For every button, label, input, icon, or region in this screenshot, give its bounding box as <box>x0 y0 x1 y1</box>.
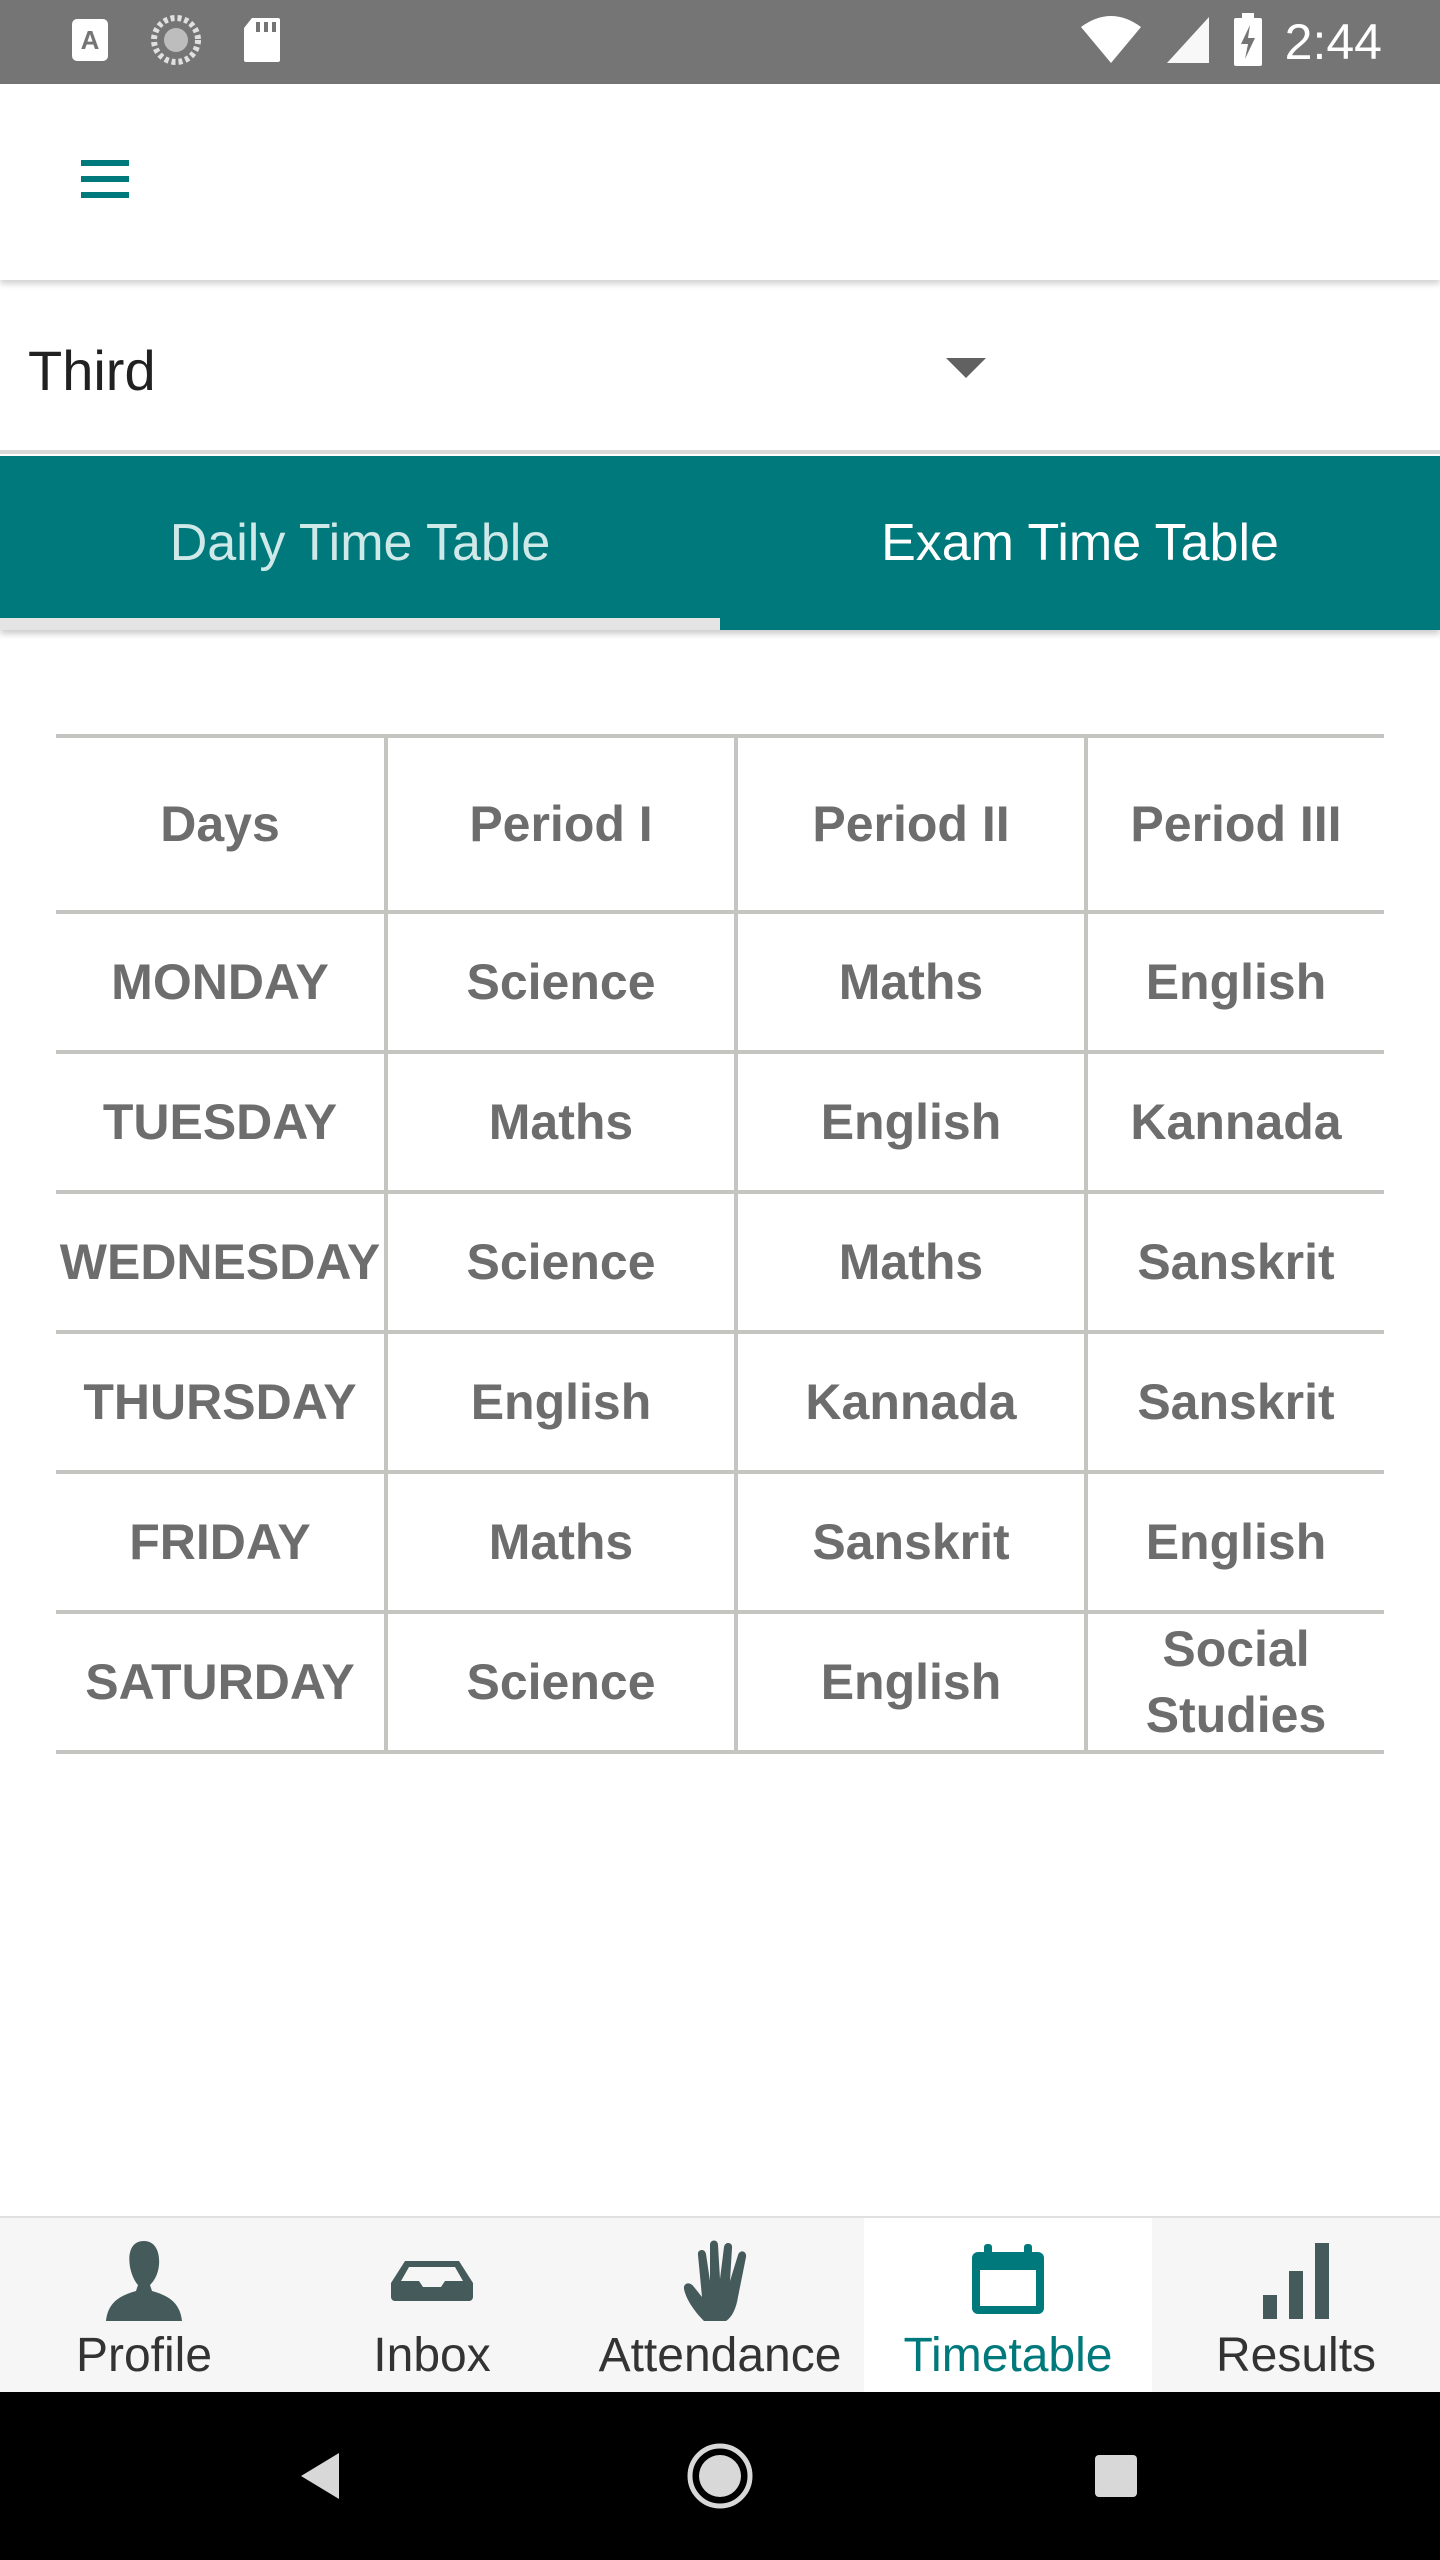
clock: 2:44 <box>1284 14 1382 70</box>
home-icon <box>687 2443 753 2509</box>
header-period-2: Period II <box>734 734 1088 914</box>
tab-daily-time-table[interactable]: Daily Time Table <box>0 456 720 630</box>
nav-attendance[interactable]: Attendance <box>576 2218 864 2394</box>
period-cell: Sanskrit <box>1084 1190 1384 1334</box>
period-cell: English <box>734 1610 1088 1754</box>
table-row: SATURDAY Science English Social Studies <box>56 1610 1384 1754</box>
table-header-row: Days Period I Period II Period III <box>56 734 1384 914</box>
period-cell: Maths <box>734 910 1088 1054</box>
table-row: TUESDAY Maths English Kannada <box>56 1050 1384 1194</box>
nav-profile[interactable]: Profile <box>0 2218 288 2394</box>
hand-icon <box>683 2240 747 2321</box>
class-dropdown-value: Third <box>28 339 156 402</box>
nav-timetable[interactable]: Timetable <box>864 2218 1152 2394</box>
tab-exam-time-table[interactable]: Exam Time Table <box>720 456 1440 630</box>
wifi-icon <box>1079 15 1143 70</box>
signal-icon <box>1165 15 1211 70</box>
tab-bar: Daily Time Table Exam Time Table <box>0 456 1440 630</box>
nav-results-label: Results <box>1215 2329 1377 2382</box>
day-cell: MONDAY <box>56 910 388 1054</box>
chevron-down-icon <box>946 358 986 378</box>
nav-timetable-label: Timetable <box>903 2329 1113 2382</box>
nav-inbox[interactable]: Inbox <box>288 2218 576 2394</box>
period-cell: Maths <box>384 1470 738 1614</box>
tab-indicator <box>0 618 720 630</box>
header-period-1: Period I <box>384 734 738 914</box>
calendar-icon <box>972 2244 1044 2314</box>
nav-inbox-label: Inbox <box>373 2329 491 2382</box>
period-cell: Maths <box>734 1190 1088 1334</box>
period-cell: Maths <box>384 1050 738 1194</box>
nav-profile-label: Profile <box>75 2329 213 2382</box>
timetable-grid: Days Period I Period II Period III MONDA… <box>56 734 1384 1754</box>
svg-text:A: A <box>81 25 100 55</box>
back-icon <box>301 2453 339 2499</box>
home-button[interactable] <box>670 2426 770 2526</box>
recents-icon <box>1095 2455 1137 2497</box>
nav-attendance-label: Attendance <box>598 2329 842 2382</box>
day-cell: FRIDAY <box>56 1470 388 1614</box>
day-cell: SATURDAY <box>56 1610 388 1754</box>
day-cell: WEDNESDAY <box>56 1190 388 1334</box>
period-cell: Science <box>384 1190 738 1334</box>
nav-results[interactable]: Results <box>1152 2218 1440 2394</box>
header-days: Days <box>56 734 388 914</box>
period-cell: Kannada <box>734 1330 1088 1474</box>
period-cell: English <box>734 1050 1088 1194</box>
app-bar <box>0 84 1440 280</box>
period-cell: Science <box>384 910 738 1054</box>
class-dropdown[interactable]: Third <box>0 280 1440 454</box>
period-cell: English <box>1084 910 1384 1054</box>
bottom-navigation: Profile Inbox Attendance Timetable Resul… <box>0 2216 1440 2394</box>
back-button[interactable] <box>270 2426 370 2526</box>
menu-icon <box>81 160 129 198</box>
bar-chart-icon <box>1263 2243 1329 2319</box>
sd-card-icon <box>242 16 282 69</box>
period-cell: Sanskrit <box>734 1470 1088 1614</box>
profile-icon <box>106 2241 182 2321</box>
sync-icon <box>150 14 202 71</box>
day-cell: THURSDAY <box>56 1330 388 1474</box>
period-cell: Sanskrit <box>1084 1330 1384 1474</box>
status-bar: A 2:44 <box>0 0 1440 84</box>
table-row: FRIDAY Maths Sanskrit English <box>56 1470 1384 1614</box>
period-cell: English <box>1084 1470 1384 1614</box>
period-cell: Kannada <box>1084 1050 1384 1194</box>
menu-button[interactable] <box>70 144 140 214</box>
header-period-3: Period III <box>1084 734 1384 914</box>
inbox-icon <box>391 2261 473 2301</box>
table-row: THURSDAY English Kannada Sanskrit <box>56 1330 1384 1474</box>
recents-button[interactable] <box>1066 2426 1166 2526</box>
table-row: MONDAY Science Maths English <box>56 910 1384 1054</box>
system-navigation-bar <box>0 2392 1440 2560</box>
timetable-screen: A 2:44 Third Daily Time Table Exam Time … <box>0 0 1440 2560</box>
period-cell: English <box>384 1330 738 1474</box>
table-row: WEDNESDAY Science Maths Sanskrit <box>56 1190 1384 1334</box>
day-cell: TUESDAY <box>56 1050 388 1194</box>
text-a-icon: A <box>70 17 110 68</box>
battery-charging-icon <box>1233 12 1263 72</box>
period-cell: Social Studies <box>1084 1610 1384 1754</box>
period-cell: Science <box>384 1610 738 1754</box>
